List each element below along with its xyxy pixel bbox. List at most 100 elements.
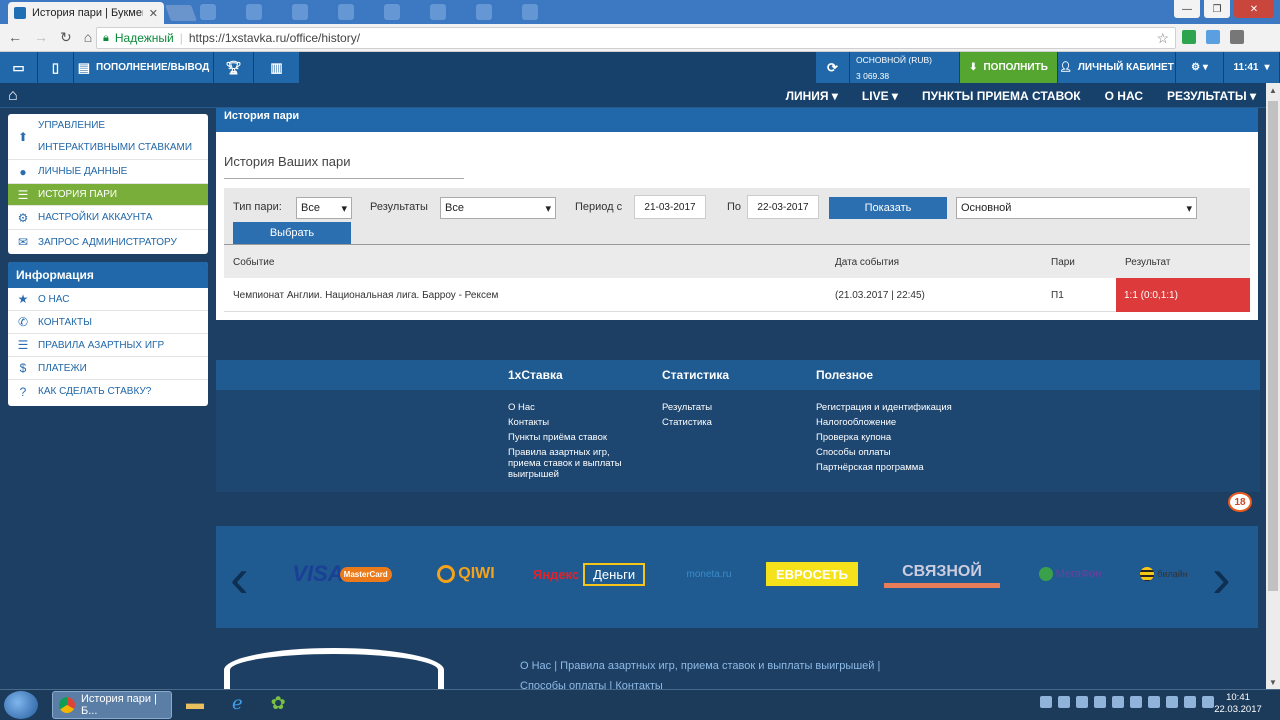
col-bet: Пари xyxy=(1051,256,1075,268)
tray-icon[interactable] xyxy=(1130,696,1142,708)
browser-tab-active[interactable]: История пари | Букмек ✕ xyxy=(8,2,164,24)
maximize-button[interactable]: ❐ xyxy=(1204,0,1230,18)
internet-explorer-icon[interactable]: ℯ xyxy=(232,693,243,714)
settings-dropdown[interactable]: ⚙ ▾ xyxy=(1176,52,1224,83)
chart-icon: ▥ xyxy=(270,59,283,75)
tray-icon[interactable] xyxy=(1166,696,1178,708)
app-icon[interactable]: ✿ xyxy=(271,693,286,714)
bet-type-value: Все xyxy=(301,202,320,214)
reload-icon[interactable]: ↻ xyxy=(60,29,72,46)
stats-button[interactable]: ▥ xyxy=(254,52,300,83)
taskbar-chrome-window[interactable]: История пари | Б... xyxy=(52,691,172,719)
scroll-thumb[interactable] xyxy=(1268,101,1278,591)
account-select[interactable]: Основной ▾ xyxy=(956,197,1197,219)
sidebar-item-label: КАК СДЕЛАТЬ СТАВКУ? xyxy=(38,386,152,397)
sidebar-item-admin-request[interactable]: ✉ ЗАПРОС АДМИНИСТРАТОРУ xyxy=(8,230,208,254)
bottom-link[interactable]: О Нас xyxy=(520,660,551,672)
sidebar-item-bet-history[interactable]: ☰ ИСТОРИЯ ПАРИ xyxy=(8,184,208,206)
period-to-input[interactable]: 22-03-2017 xyxy=(747,195,819,219)
bottom-link[interactable]: Правила азартных игр, приема ставок и вы… xyxy=(560,660,874,672)
sidebar-item-interactive-bets[interactable]: ⬆ УПРАВЛЕНИЕ ИНТЕРАКТИВНЫМИ СТАВКАМИ xyxy=(8,114,208,160)
select-button[interactable]: Выбрать xyxy=(233,222,351,244)
forward-arrow-icon[interactable]: → xyxy=(34,29,48,46)
tab-close-icon[interactable]: ✕ xyxy=(149,7,158,20)
windows-taskbar: История пари | Б... ▬ ℯ ✿ 10:41 22.03.20… xyxy=(0,689,1280,720)
back-arrow-icon[interactable]: ← xyxy=(8,29,22,46)
home-icon[interactable]: ⌂ xyxy=(84,29,92,46)
sidebar-item-personal-data[interactable]: ● ЛИЧНЫЕ ДАННЫЕ xyxy=(8,160,208,184)
footer-link[interactable]: Регистрация и идентификация xyxy=(816,402,976,413)
qiwi-circle-icon xyxy=(437,565,456,583)
menu-item-results[interactable]: РЕЗУЛЬТАТЫ ▾ xyxy=(1167,89,1256,103)
sidebar-item-about[interactable]: ★ О НАС xyxy=(8,288,208,311)
mobile-version-button[interactable]: ▯ xyxy=(38,52,74,83)
window-controls: — ❐ ✕ xyxy=(1174,0,1274,18)
footer-link[interactable]: Контакты xyxy=(508,417,638,428)
tray-icon[interactable] xyxy=(1076,696,1088,708)
footer-link[interactable]: Налогообложение xyxy=(816,417,976,428)
sidebar-item-payments[interactable]: $ ПЛАТЕЖИ xyxy=(8,357,208,380)
menu-item-live[interactable]: LIVE ▾ xyxy=(862,89,898,103)
sidebar-item-account-settings[interactable]: ⚙ НАСТРОЙКИ АККАУНТА xyxy=(8,206,208,230)
footer-link[interactable]: Результаты xyxy=(662,402,802,413)
tray-icon[interactable] xyxy=(1058,696,1070,708)
page-scrollbar[interactable]: ▲ ▼ xyxy=(1266,83,1280,689)
results-select[interactable]: Все ▾ xyxy=(440,197,556,219)
extension-blue-icon[interactable] xyxy=(1206,30,1220,44)
footer-col-title: Полезное xyxy=(816,368,874,382)
close-window-button[interactable]: ✕ xyxy=(1234,0,1274,18)
desktop-version-button[interactable]: ▭ xyxy=(0,52,38,83)
menu-item-line[interactable]: ЛИНИЯ ▾ xyxy=(786,89,838,103)
footer-link[interactable]: Проверка купона xyxy=(816,432,976,443)
refresh-balance-button[interactable]: ⟳ xyxy=(816,52,850,83)
url-text[interactable]: https://1xstavka.ru/office/history/ xyxy=(189,31,1151,45)
time-dropdown[interactable]: 11:41 ▾ xyxy=(1224,52,1280,83)
ghost-icon xyxy=(246,4,262,20)
menu-item-points[interactable]: ПУНКТЫ ПРИЕМА СТАВОК xyxy=(922,89,1081,103)
network-icon[interactable] xyxy=(1184,696,1196,708)
tray-icon[interactable] xyxy=(1148,696,1160,708)
footer-link[interactable]: Партнёрская программа xyxy=(816,462,976,473)
sidebar-item-rules[interactable]: ☰ ПРАВИЛА АЗАРТНЫХ ИГР xyxy=(8,334,208,357)
extension-green-icon[interactable] xyxy=(1182,30,1196,44)
chrome-menu-icon[interactable] xyxy=(1230,30,1244,44)
mail-icon: ✉ xyxy=(17,235,29,249)
deposit-button[interactable]: ⬇ ПОПОЛНИТЬ xyxy=(960,52,1058,83)
carousel-next-icon[interactable]: › xyxy=(1212,550,1231,606)
tray-icon[interactable] xyxy=(1112,696,1124,708)
carousel-prev-icon[interactable]: ‹ xyxy=(230,550,249,606)
bookmark-star-icon[interactable]: ☆ xyxy=(1156,30,1169,47)
scroll-up-icon[interactable]: ▲ xyxy=(1266,83,1280,97)
address-bar[interactable]: 🔒︎ Надежный | https://1xstavka.ru/office… xyxy=(96,27,1176,49)
home-icon[interactable]: ⌂ xyxy=(8,87,18,105)
event-name: Чемпионат Англии. Национальная лига. Бар… xyxy=(233,289,499,301)
tray-icon[interactable] xyxy=(1040,696,1052,708)
trophy-icon: 🏆︎ xyxy=(225,59,242,75)
sidebar-item-how-to-bet[interactable]: ? КАК СДЕЛАТЬ СТАВКУ? xyxy=(8,380,208,403)
trophy-button[interactable]: 🏆︎ xyxy=(214,52,254,83)
footer-link[interactable]: Правила азартных игр, приема ставок и вы… xyxy=(508,447,638,480)
footer-link[interactable]: Способы оплаты xyxy=(816,447,976,458)
footer-link[interactable]: О Нас xyxy=(508,402,638,413)
balance-display[interactable]: ОСНОВНОЙ (RUB) 3 069.38 xyxy=(850,52,960,83)
scroll-down-icon[interactable]: ▼ xyxy=(1266,675,1280,689)
yandex-money-logo: Яндекс Деньги xyxy=(528,560,650,588)
table-row[interactable]: Чемпионат Англии. Национальная лига. Бар… xyxy=(224,278,1250,312)
deposit-withdraw-button[interactable]: ▤ ПОПОЛНЕНИЕ/ВЫВОД xyxy=(74,52,214,83)
sidebar-item-contacts[interactable]: ✆ КОНТАКТЫ xyxy=(8,311,208,334)
show-button[interactable]: Показать xyxy=(829,197,947,219)
system-clock[interactable]: 10:41 22.03.2017 xyxy=(1206,692,1270,716)
footer-link[interactable]: Статистика xyxy=(662,417,802,428)
start-button[interactable] xyxy=(4,691,38,719)
period-from-input[interactable]: 21-03-2017 xyxy=(634,195,706,219)
menu-item-about[interactable]: О НАС xyxy=(1105,89,1143,103)
folder-icon[interactable]: ▬ xyxy=(186,693,204,714)
euroset-logo: ЕВРОСЕТЬ xyxy=(766,562,858,586)
sidebar-item-label: УПРАВЛЕНИЕ ИНТЕРАКТИВНЫМИ СТАВКАМИ xyxy=(38,119,193,153)
bet-type-select[interactable]: Все ▾ xyxy=(296,197,352,219)
tray-icon[interactable] xyxy=(1094,696,1106,708)
personal-cabinet-button[interactable]: 👤︎ ЛИЧНЫЙ КАБИНЕТ xyxy=(1058,52,1176,83)
new-tab-button[interactable] xyxy=(165,5,197,21)
footer-link[interactable]: Пункты приёма ставок xyxy=(508,432,638,443)
minimize-button[interactable]: — xyxy=(1174,0,1200,18)
